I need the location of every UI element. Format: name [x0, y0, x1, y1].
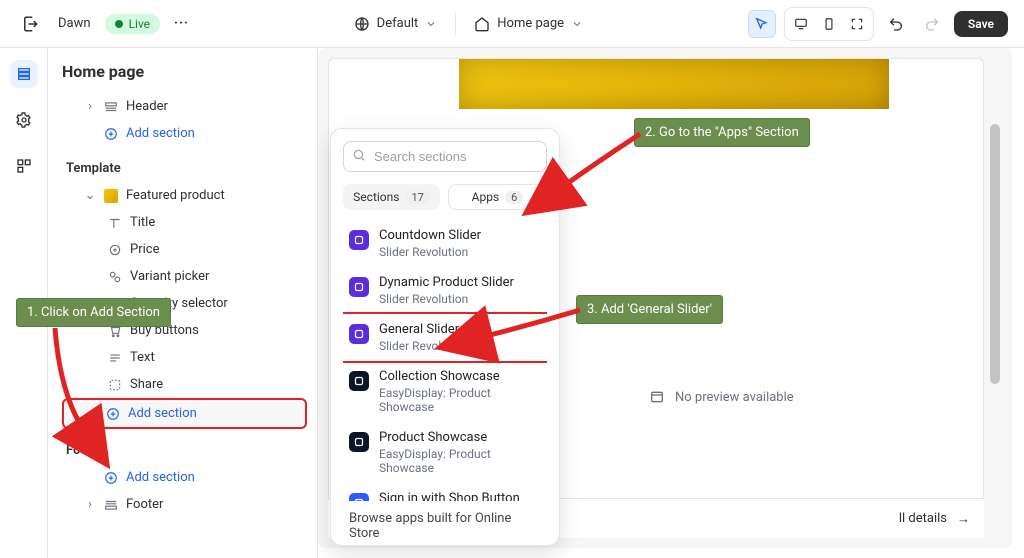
save-button[interactable]: Save [954, 11, 1008, 37]
app-name: Collection Showcase [379, 369, 541, 384]
topbar: Dawn Live ··· Default Home page Save [0, 0, 1024, 48]
rail-sections-icon[interactable] [10, 60, 38, 88]
annotation-step2: 2. Go to the "Apps" Section [634, 118, 810, 147]
title-icon [108, 216, 122, 230]
page-dropdown[interactable]: Home page [474, 16, 583, 32]
redo-icon[interactable] [918, 10, 946, 38]
desktop-icon[interactable] [787, 10, 815, 38]
search-icon [352, 148, 366, 166]
app-item[interactable]: Product Showcase EasyDisplay: Product Sho… [343, 422, 547, 483]
chevron-right-icon: › [84, 497, 96, 512]
app-vendor: Slider Revolution [379, 245, 481, 259]
home-icon [474, 16, 490, 32]
app-item[interactable]: Dynamic Product Slider Slider Revolution [343, 267, 547, 314]
more-actions-icon[interactable]: ··· [174, 16, 189, 31]
add-section-header[interactable]: Add section [62, 120, 307, 147]
footer-icon [104, 498, 118, 512]
app-icon [349, 230, 369, 250]
app-vendor: EasyDisplay: Product Showcase [379, 386, 541, 414]
theme-name: Dawn [58, 16, 91, 31]
preview-image [459, 59, 889, 109]
add-section-template[interactable]: Add section [62, 398, 307, 429]
device-toggle-group [784, 7, 874, 41]
sections-popover: Sections 17 Apps 6 Countdown Slider Slide… [330, 128, 560, 546]
chevron-right-icon: › [84, 99, 96, 114]
exit-icon[interactable] [16, 10, 44, 38]
app-name: Countdown Slider [379, 228, 481, 243]
plus-circle-icon [104, 471, 118, 485]
rail-settings-icon[interactable] [10, 106, 38, 134]
undo-icon[interactable] [882, 10, 910, 38]
app-item[interactable]: Collection Showcase EasyDisplay: Product … [343, 361, 547, 422]
block-text[interactable]: Text [62, 344, 307, 371]
tab-apps[interactable]: Apps 6 [448, 184, 547, 210]
app-item[interactable]: Countdown Slider Slider Revolution [343, 220, 547, 267]
popover-list: Countdown SliderSlider RevolutionDynamic… [343, 220, 547, 501]
price-icon [108, 243, 122, 257]
mobile-icon[interactable] [815, 10, 843, 38]
app-name: Sign in with Shop Button [379, 491, 520, 501]
featured-product-thumb [104, 189, 118, 203]
preview-scrollbar[interactable] [990, 64, 1000, 532]
rail-apps-icon[interactable] [10, 152, 38, 180]
chevron-down-icon [571, 18, 583, 30]
app-vendor: Slider Revolution [379, 339, 468, 353]
footer-section-label: Footer [66, 443, 307, 458]
inspector-icon[interactable] [748, 10, 776, 38]
no-preview-label: No preview available [649, 389, 794, 405]
annotation-step3: 3. Add 'General Slider' [576, 295, 723, 324]
sidebar-item-featured-product[interactable]: ⌄ Featured product [62, 182, 307, 209]
plus-circle-icon [104, 127, 118, 141]
app-icon [349, 493, 369, 501]
app-name: Dynamic Product Slider [379, 275, 514, 290]
app-icon [349, 371, 369, 391]
style-dropdown[interactable]: Default [354, 16, 438, 32]
header-icon [104, 100, 118, 114]
app-name: Product Showcase [379, 430, 541, 445]
app-item[interactable]: General Slider Slider Revolution [343, 314, 547, 361]
browse-apps-link[interactable]: Browse apps built for Online Store [343, 501, 547, 545]
globe-icon [354, 16, 370, 32]
app-icon [349, 277, 369, 297]
chevron-down-icon: ⌄ [84, 188, 96, 203]
app-item[interactable]: Sign in with Shop ButtonShop [343, 483, 547, 501]
block-share[interactable]: Share [62, 371, 307, 398]
block-price[interactable]: Price [62, 236, 307, 263]
app-icon [349, 432, 369, 452]
no-preview-icon [649, 389, 665, 405]
text-icon [108, 351, 122, 365]
tab-sections[interactable]: Sections 17 [343, 184, 440, 210]
page-title: Home page [62, 62, 307, 81]
app-name: General Slider [379, 322, 468, 337]
share-icon [108, 378, 122, 392]
template-section-label: Template [66, 161, 307, 176]
add-section-footer[interactable]: Add section [62, 464, 307, 491]
app-vendor: EasyDisplay: Product Showcase [379, 447, 541, 475]
live-badge: Live [105, 14, 160, 34]
app-icon [349, 324, 369, 344]
variant-icon [108, 270, 122, 284]
arrow-right-icon: → [957, 511, 970, 527]
annotation-step1: 1. Click on Add Section [16, 298, 171, 327]
sidebar-item-footer[interactable]: › Footer [62, 491, 307, 518]
block-variant-picker[interactable]: Variant picker [62, 263, 307, 290]
plus-circle-icon [106, 407, 120, 421]
fullscreen-icon[interactable] [843, 10, 871, 38]
sidebar-item-header[interactable]: › Header [62, 93, 307, 120]
search-sections-input[interactable] [343, 141, 547, 172]
chevron-down-icon [425, 18, 437, 30]
block-title[interactable]: Title [62, 209, 307, 236]
app-vendor: Slider Revolution [379, 292, 514, 306]
